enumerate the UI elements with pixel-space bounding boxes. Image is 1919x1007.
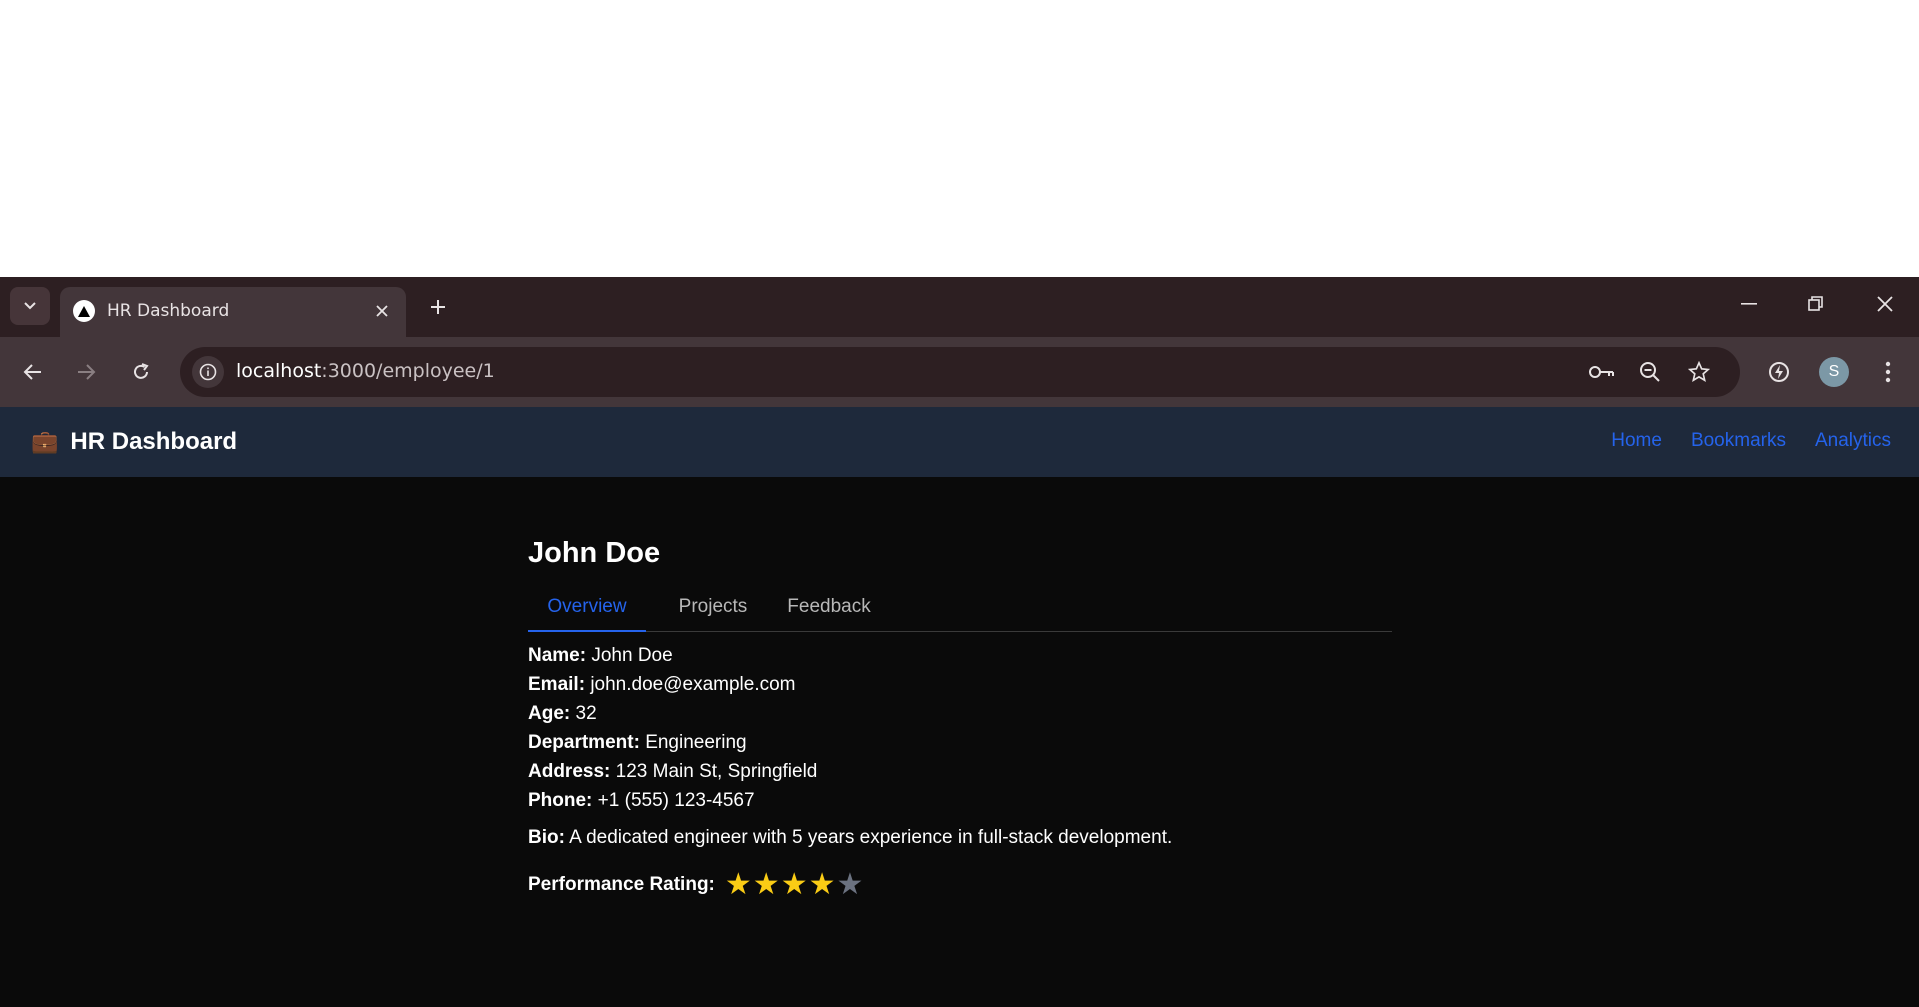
field-label: Age: bbox=[528, 703, 571, 724]
field-name: Name: John Doe bbox=[528, 645, 1392, 674]
nav-link-home[interactable]: Home bbox=[1611, 430, 1662, 452]
field-value: Engineering bbox=[645, 732, 747, 753]
employee-name: John Doe bbox=[528, 537, 661, 569]
tab-feedback[interactable]: Feedback bbox=[777, 584, 881, 630]
field-label: Department: bbox=[528, 732, 640, 753]
plus-icon[interactable] bbox=[424, 293, 452, 321]
field-label: Email: bbox=[528, 674, 586, 695]
field-label: Address: bbox=[528, 761, 611, 782]
back-icon[interactable] bbox=[15, 354, 51, 390]
field-address: Address: 123 Main St, Springfield bbox=[528, 761, 1392, 790]
field-value: john.doe@example.com bbox=[590, 674, 796, 695]
field-email: Email: john.doe@example.com bbox=[528, 674, 1392, 703]
field-phone: Phone: +1 (555) 123-4567 bbox=[528, 790, 1392, 819]
close-icon[interactable] bbox=[370, 299, 394, 323]
rating-stars: ★★★★★ bbox=[725, 870, 865, 900]
app-navbar: 💼 HR Dashboard Home Bookmarks Analytics bbox=[0, 407, 1919, 477]
field-value: 32 bbox=[575, 703, 597, 724]
reload-icon[interactable] bbox=[123, 354, 159, 390]
star-filled-icon: ★ bbox=[808, 868, 836, 901]
minimize-icon[interactable] bbox=[1729, 287, 1769, 321]
url-text: localhost:3000/employee/1 bbox=[236, 360, 495, 382]
info-icon[interactable] bbox=[192, 356, 224, 388]
address-bar[interactable]: localhost:3000/employee/1 bbox=[180, 347, 1740, 397]
window-close-icon[interactable] bbox=[1865, 287, 1905, 321]
field-value: John Doe bbox=[591, 645, 673, 666]
extension-icon[interactable] bbox=[1764, 357, 1794, 387]
detail-tabs: Overview Projects Feedback bbox=[528, 584, 1392, 632]
star-empty-icon: ★ bbox=[836, 868, 864, 901]
zoom-icon[interactable] bbox=[1635, 357, 1665, 387]
field-label: Name: bbox=[528, 645, 587, 666]
chevron-down-icon bbox=[24, 302, 36, 310]
field-department: Department: Engineering bbox=[528, 732, 1392, 761]
url-host: localhost bbox=[236, 360, 322, 382]
browser-window: HR Dashboard localhost:3000/employee/1 S… bbox=[0, 277, 1919, 1007]
performance-rating: Performance Rating: ★★★★★ bbox=[528, 870, 864, 900]
field-label: Phone: bbox=[528, 790, 593, 811]
brand-title: HR Dashboard bbox=[70, 428, 238, 455]
nav-link-analytics[interactable]: Analytics bbox=[1815, 430, 1891, 452]
star-filled-icon: ★ bbox=[724, 868, 752, 901]
field-value: 123 Main St, Springfield bbox=[615, 761, 818, 782]
menu-icon[interactable] bbox=[1873, 357, 1903, 387]
nav-links: Home Bookmarks Analytics bbox=[1611, 430, 1891, 452]
field-age: Age: 32 bbox=[528, 703, 1392, 732]
browser-toolbar: localhost:3000/employee/1 S bbox=[0, 337, 1919, 407]
tab-title: HR Dashboard bbox=[107, 301, 230, 321]
brand[interactable]: 💼 HR Dashboard bbox=[31, 428, 237, 456]
key-icon[interactable] bbox=[1587, 357, 1617, 387]
overview-fields: Name: John Doe Email: john.doe@example.c… bbox=[528, 645, 1392, 819]
tab-projects[interactable]: Projects bbox=[663, 584, 763, 630]
browser-tab[interactable]: HR Dashboard bbox=[60, 287, 406, 337]
nav-link-bookmarks[interactable]: Bookmarks bbox=[1691, 430, 1786, 452]
rating-label: Performance Rating: bbox=[528, 874, 715, 895]
bio-label: Bio: bbox=[528, 827, 565, 848]
profile-avatar[interactable]: S bbox=[1819, 357, 1849, 387]
forward-icon[interactable] bbox=[68, 354, 104, 390]
star-filled-icon: ★ bbox=[780, 868, 808, 901]
restore-icon[interactable] bbox=[1796, 287, 1836, 321]
star-icon[interactable] bbox=[1684, 357, 1714, 387]
star-filled-icon: ★ bbox=[752, 868, 780, 901]
tab-search-button[interactable] bbox=[10, 287, 50, 325]
bio: Bio: A dedicated engineer with 5 years e… bbox=[528, 827, 1172, 849]
tab-strip: HR Dashboard bbox=[0, 277, 1919, 337]
url-path: :3000/employee/1 bbox=[321, 360, 495, 382]
tab-overview[interactable]: Overview bbox=[528, 584, 646, 632]
briefcase-icon: 💼 bbox=[31, 429, 59, 454]
favicon-icon bbox=[73, 300, 95, 322]
bio-text: A dedicated engineer with 5 years experi… bbox=[569, 827, 1173, 848]
field-value: +1 (555) 123-4567 bbox=[597, 790, 755, 811]
